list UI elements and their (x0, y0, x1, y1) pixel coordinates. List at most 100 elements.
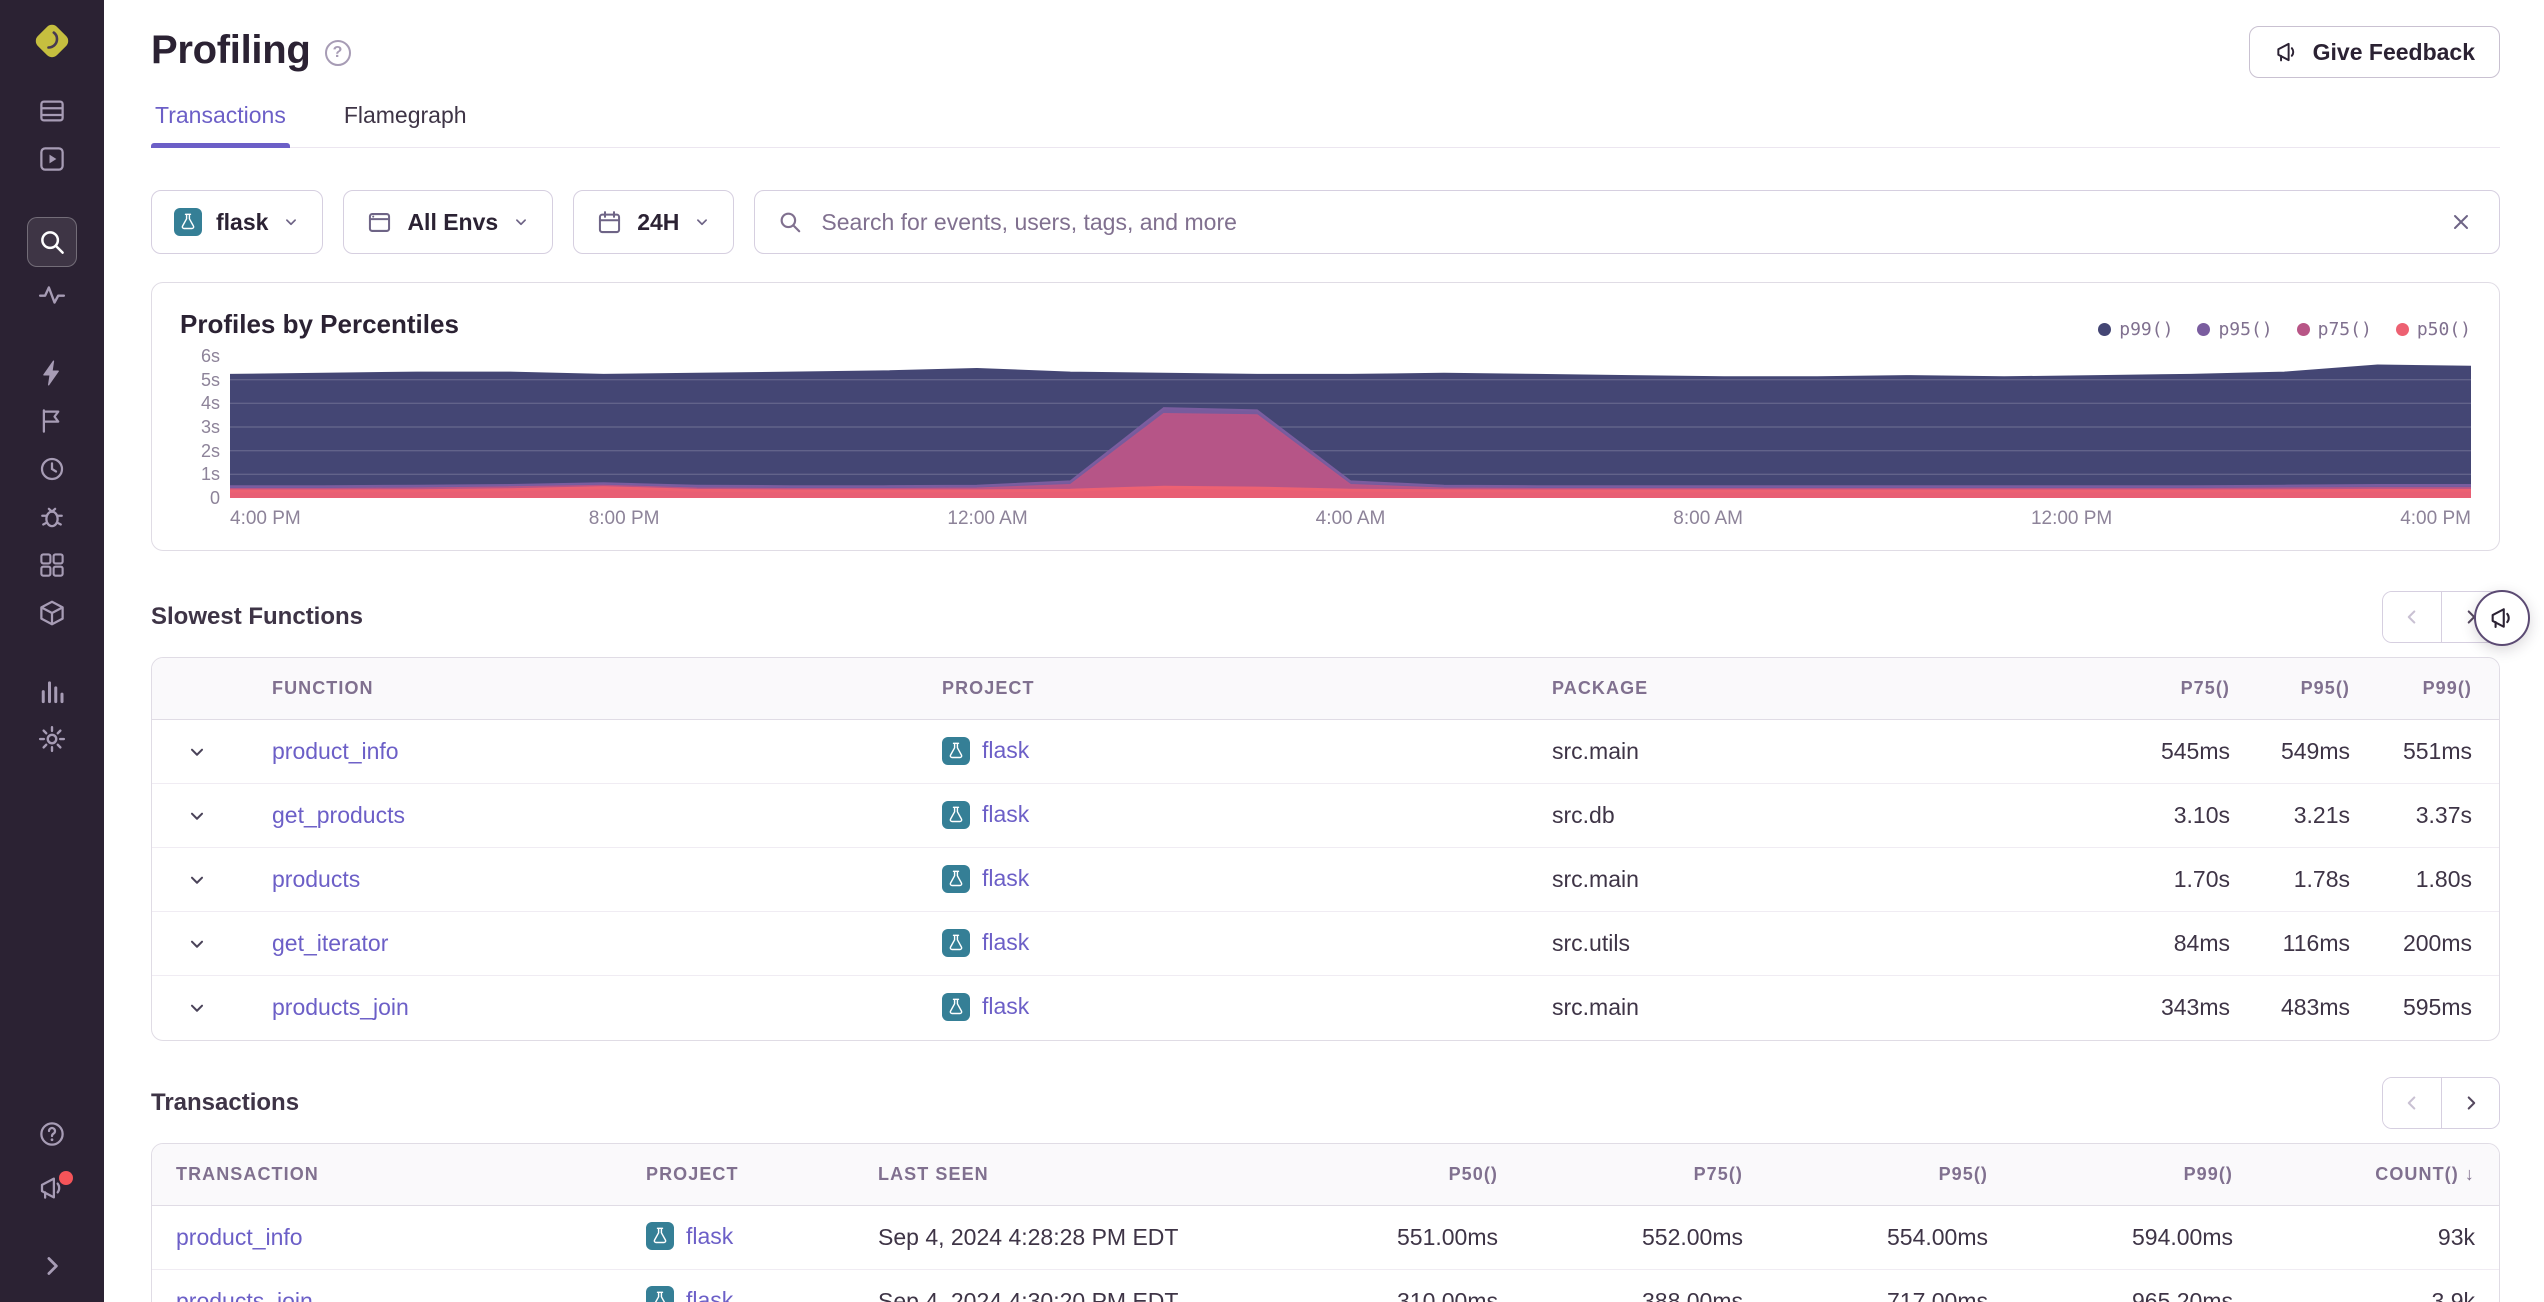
project-link[interactable]: flask (686, 1287, 733, 1302)
floating-feedback-button[interactable] (2474, 590, 2530, 646)
percentiles-chart (230, 356, 2471, 498)
search-icon (777, 209, 803, 235)
sidebar-item-explore[interactable] (27, 217, 77, 267)
next-page-button[interactable] (2441, 1077, 2499, 1128)
function-link[interactable]: get_products (272, 802, 405, 828)
y-axis-tick: 3s (200, 417, 220, 437)
previous-page-button[interactable] (2383, 1077, 2441, 1128)
chart-area: 6s 5s 4s 3s 2s 1s 0 (180, 347, 2471, 507)
package-cell: src.main (1522, 847, 2110, 912)
transactions-section: Transactions TRANSACTION PROJECT LAST SE… (151, 1076, 2500, 1302)
sidebar-item-whats-new[interactable] (28, 1168, 76, 1208)
expand-row-button[interactable] (180, 863, 214, 897)
x-axis: 4:00 PM 8:00 PM 12:00 AM 4:00 AM 8:00 AM 12:0… (230, 508, 2471, 530)
sidebar-item-feedback[interactable] (28, 401, 76, 441)
expand-row-button[interactable] (180, 991, 214, 1025)
table-row: get_iterator flask src.utils 84ms 116ms … (152, 911, 2499, 976)
column-p50: P50() (1253, 1143, 1498, 1206)
flask-project-icon (646, 1286, 674, 1302)
environment-filter[interactable]: All Envs (343, 190, 554, 254)
sidebar-collapse-button[interactable] (28, 1246, 76, 1286)
table-row: product_info flask Sep 4, 2024 4:28:28 P… (152, 1205, 2499, 1270)
sidebar-item-releases[interactable] (28, 593, 76, 633)
sidebar-item-help[interactable] (28, 1114, 76, 1154)
project-link[interactable]: flask (686, 1223, 733, 1250)
p99-cell: 1.80s (2350, 847, 2499, 912)
expand-row-button[interactable] (180, 927, 214, 961)
sidebar-item-replays[interactable] (28, 449, 76, 489)
give-feedback-label: Give Feedback (2312, 38, 2475, 65)
search-bar (754, 190, 2500, 254)
tab-bar: Transactions Flamegraph (151, 102, 2500, 148)
chevron-down-icon (186, 741, 208, 763)
lightning-icon (43, 360, 59, 386)
flask-project-icon (942, 864, 970, 893)
heartbeat-icon (38, 286, 66, 304)
expand-row-button[interactable] (180, 735, 214, 769)
help-icon[interactable]: ? (324, 40, 351, 66)
sidebar-nav (27, 91, 77, 759)
sidebar-item-issues[interactable] (28, 91, 76, 131)
chevron-down-icon (282, 213, 300, 231)
project-link[interactable]: flask (982, 737, 1029, 764)
sort-desc-icon: ↓ (2464, 1163, 2475, 1184)
clear-search-button[interactable] (2445, 206, 2477, 238)
package-cell: src.main (1522, 719, 2110, 784)
transaction-link[interactable]: product_info (176, 1224, 303, 1250)
legend-item[interactable]: p50() (2395, 319, 2471, 340)
function-link[interactable]: get_iterator (272, 930, 388, 956)
sidebar-item-projects[interactable] (28, 139, 76, 179)
sidebar-item-dashboards[interactable] (28, 545, 76, 585)
x-axis-tick: 8:00 PM (588, 508, 660, 529)
last-seen-cell: Sep 4, 2024 4:28:28 PM EDT (854, 1205, 1253, 1270)
section-title: Transactions (151, 1088, 300, 1116)
previous-page-button[interactable] (2383, 592, 2441, 642)
sidebar-item-traces[interactable] (28, 275, 76, 315)
replay-clock-icon (40, 457, 64, 481)
notification-dot (59, 1171, 73, 1185)
tab-transactions[interactable]: Transactions (151, 102, 290, 148)
column-project: PROJECT (622, 1143, 854, 1206)
give-feedback-button[interactable]: Give Feedback (2248, 26, 2500, 78)
main-content: Profiling ? Give Feedback Transactions F… (104, 0, 2544, 1302)
sidebar-item-insights[interactable] (28, 353, 76, 393)
sentry-logo[interactable] (29, 18, 75, 67)
tab-flamegraph[interactable]: Flamegraph (340, 102, 471, 147)
issues-icon (40, 100, 64, 122)
search-input[interactable] (819, 207, 2429, 237)
legend-item[interactable]: p99() (2098, 319, 2173, 340)
column-p75: P75() (2110, 658, 2230, 720)
chart-legend: p99() p95() p75() p50() (2098, 319, 2471, 340)
table-row: product_info flask src.main 545ms 549ms … (152, 719, 2499, 784)
chevron-down-icon (186, 805, 208, 827)
slowest-functions-section: Slowest Functions FUNCTION PROJECT PACKA… (151, 591, 2500, 1041)
expand-row-button[interactable] (180, 799, 214, 833)
p99-cell: 200ms (2350, 911, 2499, 976)
table-row: products_join flask Sep 4, 2024 4:30:20 … (152, 1269, 2499, 1302)
legend-label: p50() (2416, 319, 2471, 340)
chart-title: Profiles by Percentiles (180, 309, 459, 339)
date-range-filter[interactable]: 24H (573, 190, 735, 254)
legend-item[interactable]: p75() (2296, 319, 2372, 340)
column-count[interactable]: COUNT() ↓ (2233, 1143, 2499, 1206)
table-row: products_join flask src.main 343ms 483ms… (152, 976, 2499, 1040)
p99-cell: 551ms (2350, 719, 2499, 784)
project-link[interactable]: flask (982, 929, 1029, 956)
project-link[interactable]: flask (982, 865, 1029, 892)
project-link[interactable]: flask (982, 801, 1029, 828)
column-p99: P99() (2350, 658, 2499, 720)
project-filter[interactable]: flask (151, 190, 324, 254)
transaction-link[interactable]: products_join (176, 1288, 313, 1302)
sidebar-item-settings[interactable] (28, 719, 76, 759)
sidebar-item-crons[interactable] (28, 497, 76, 537)
p99-cell: 595ms (2402, 994, 2472, 1021)
column-last-seen: LAST SEEN (854, 1143, 1253, 1206)
p75-cell: 84ms (2110, 911, 2230, 976)
legend-item[interactable]: p95() (2197, 319, 2273, 340)
sidebar-item-stats[interactable] (28, 671, 76, 711)
function-link[interactable]: products_join (272, 994, 409, 1020)
count-cell: 93k (2233, 1205, 2499, 1270)
project-link[interactable]: flask (982, 993, 1029, 1020)
function-link[interactable]: products (272, 866, 360, 892)
function-link[interactable]: product_info (272, 738, 399, 764)
